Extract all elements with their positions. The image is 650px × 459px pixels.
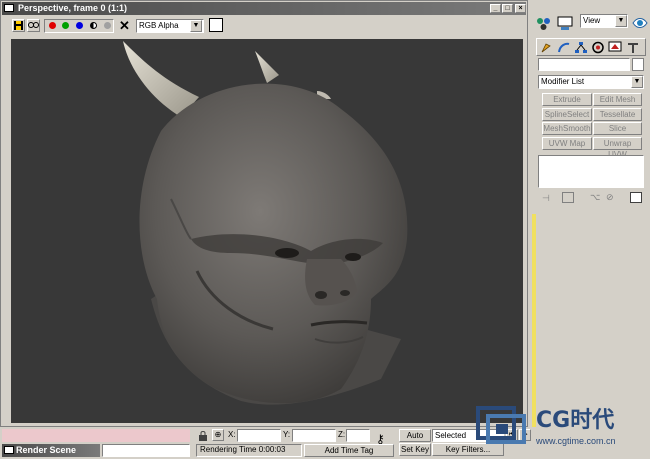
mono-channel-icon[interactable] (104, 22, 111, 29)
cgtime-watermark: CG时代 www.cgtime.com.cn (476, 404, 650, 459)
modifier-list-dropdown[interactable]: Modifier List ▼ (538, 75, 644, 89)
cgtime-logo-icon (476, 406, 526, 444)
app-icon (4, 4, 14, 12)
clear-icon[interactable]: ✕ (119, 19, 130, 32)
selected-value: Selected (435, 431, 467, 440)
channel-dropdown-value: RGB Alpha (139, 21, 179, 30)
x-coordinate-field[interactable] (237, 429, 281, 442)
extrude-button[interactable]: Extrude (542, 93, 592, 106)
window-title: Perspective, frame 0 (1:1) (18, 3, 128, 13)
alpha-channel-icon[interactable] (90, 22, 97, 29)
chevron-down-icon: ▼ (190, 20, 202, 32)
watermark-url: www.cgtime.com.cn (536, 436, 616, 446)
configure-sets-icon[interactable] (630, 192, 642, 203)
make-unique-icon[interactable]: ⌥ (590, 192, 600, 202)
unwrap-uvw-button[interactable]: Unwrap UVW (593, 137, 642, 159)
display-tab-icon[interactable] (608, 41, 622, 54)
creature-head-render (123, 41, 408, 405)
channel-dropdown[interactable]: RGB Alpha ▼ (136, 19, 204, 33)
panel-scrollbar[interactable] (532, 214, 536, 427)
show-end-result-icon[interactable] (562, 192, 574, 203)
meshsmooth-button[interactable]: MeshSmooth (542, 122, 592, 135)
absolute-mode-icon[interactable]: ⊕ (212, 429, 224, 441)
auto-key-button[interactable]: Auto Key (399, 429, 431, 451)
maximize-button[interactable]: □ (502, 4, 513, 13)
view-dropdown-value: View (583, 16, 601, 25)
remove-modifier-icon[interactable]: ⊘ (606, 192, 614, 202)
edit-mesh-button[interactable]: Edit Mesh (593, 93, 642, 106)
render-toolbar: ✕ RGB Alpha ▼ (2, 16, 526, 38)
watermark-brand: CG时代 (536, 408, 615, 433)
tessellate-button[interactable]: Tessellate (593, 108, 642, 121)
red-channel-icon[interactable] (49, 22, 56, 29)
minimize-button[interactable]: _ (490, 4, 501, 13)
utilities-tab-icon[interactable] (626, 41, 640, 54)
save-icon[interactable] (12, 19, 25, 32)
window-title-bar[interactable]: Perspective, frame 0 (1:1) _ □ × (2, 2, 526, 15)
add-time-tag-button[interactable]: Add Time Tag (304, 444, 394, 457)
modifier-list-value: Modifier List (541, 77, 585, 86)
y-coordinate-field[interactable] (292, 429, 336, 442)
green-channel-icon[interactable] (62, 22, 69, 29)
render-viewport[interactable] (11, 39, 523, 423)
uvw-map-button[interactable]: UVW Map (542, 137, 592, 150)
render-frame-window: Perspective, frame 0 (1:1) _ □ × ✕ RGB A… (0, 0, 528, 427)
chevron-down-icon: ▼ (631, 76, 643, 88)
lock-selection-icon[interactable] (198, 431, 208, 441)
create-tab-icon[interactable] (540, 41, 554, 54)
hierarchy-tab-icon[interactable] (574, 41, 588, 54)
pin-stack-icon[interactable]: ⊣ (542, 193, 550, 203)
panel-tabs (536, 38, 646, 56)
color-swatch[interactable] (209, 18, 223, 32)
stack-tools: ⊣ ⌥ ⊘ (538, 191, 644, 205)
z-coordinate-field[interactable] (346, 429, 370, 442)
spline-select-button[interactable]: SplineSelect (542, 108, 592, 121)
slice-button[interactable]: Slice (593, 122, 642, 135)
command-panel: View ▼ Modifier List ▼ Extrude Edit Mesh (528, 0, 650, 427)
y-label: Y: (283, 430, 291, 439)
object-color-swatch[interactable] (632, 58, 644, 71)
render-scene-taskbar[interactable]: Render Scene (2, 444, 100, 457)
render-scene-label: Render Scene (16, 445, 77, 455)
x-label: X: (228, 430, 236, 439)
modify-tab-icon[interactable] (557, 41, 571, 54)
viewport-icon[interactable] (556, 14, 576, 32)
render-icon[interactable] (631, 14, 649, 32)
blue-channel-icon[interactable] (76, 22, 83, 29)
display-icon[interactable] (536, 16, 552, 32)
object-name-field[interactable] (538, 58, 630, 71)
motion-tab-icon[interactable] (591, 41, 605, 54)
render-scene-icon (4, 446, 14, 454)
view-dropdown[interactable]: View ▼ (580, 14, 628, 28)
close-button[interactable]: × (515, 4, 526, 13)
clone-window-icon[interactable] (27, 19, 40, 32)
set-key-button[interactable]: Set Key (399, 443, 431, 456)
chevron-down-icon: ▼ (615, 15, 627, 27)
status-prompt-area (2, 429, 190, 442)
modifier-stack[interactable] (538, 155, 644, 188)
maxscript-listener[interactable] (102, 444, 190, 457)
rendering-time: Rendering Time 0:00:03 (196, 444, 302, 457)
z-label: Z: (338, 430, 346, 439)
